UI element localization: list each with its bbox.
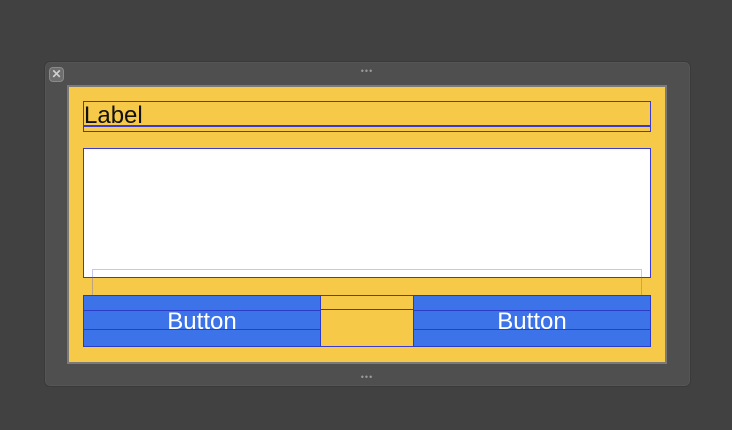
right-button-top-guide [414,310,650,311]
spacer-divider-line [319,309,415,310]
right-button-bottom-guide [414,329,650,330]
left-button-bottom-guide [84,329,320,330]
label-element[interactable]: Label [84,101,143,129]
spacer-frame-outline [83,125,651,132]
white-content-view[interactable] [83,148,651,278]
bottom-grip-handle[interactable]: ••• [356,373,378,382]
close-icon[interactable]: ✕ [49,67,64,82]
top-grip-handle[interactable]: ••• [356,67,378,76]
label-frame-outline [83,101,651,127]
left-button-label: Button [167,308,237,335]
right-button[interactable]: Button [413,295,651,347]
right-button-label: Button [497,308,567,335]
left-button[interactable]: Button [83,295,321,347]
left-button-top-guide [84,310,320,311]
button-spacer-view [319,295,415,347]
